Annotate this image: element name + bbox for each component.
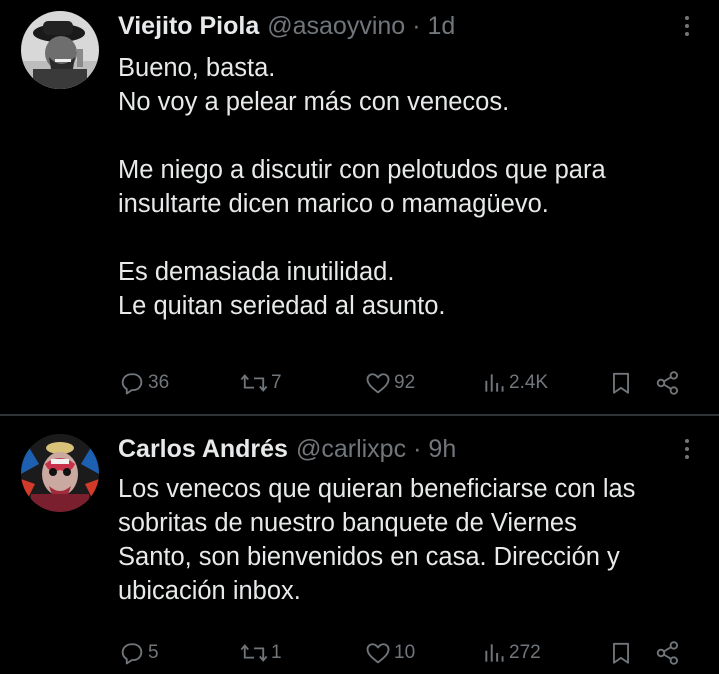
display-name[interactable]: Viejito Piola	[118, 12, 259, 41]
timestamp[interactable]: 9h	[428, 435, 456, 464]
like-count: 92	[394, 372, 416, 393]
repost-arrows-icon	[240, 374, 268, 392]
tweet-line: Le quitan seriedad al asunto.	[118, 292, 446, 320]
tweet[interactable]: Viejito Piola @asaoyvino · 1d Bueno, bas…	[0, 0, 719, 415]
tweet-line: Bueno, basta.	[118, 54, 276, 82]
reply-count: 5	[148, 642, 159, 663]
reply-button[interactable]: 36	[118, 366, 169, 400]
heart-icon	[366, 373, 390, 394]
views-count: 2.4K	[509, 372, 549, 393]
like-count: 10	[394, 642, 416, 663]
display-name[interactable]: Carlos Andrés	[118, 435, 288, 464]
heart-icon	[366, 643, 390, 664]
speech-bubble-icon	[121, 373, 143, 395]
avatar-image	[21, 434, 99, 512]
tweet-line: insultarte dicen marico o mamagüevo.	[118, 190, 549, 218]
bookmark-icon	[613, 372, 629, 394]
avatar[interactable]	[21, 434, 99, 512]
bookmark-button[interactable]	[608, 366, 634, 400]
tweet-line: Me niego a discutir con pelotudos que pa…	[118, 156, 606, 184]
views-count: 272	[509, 642, 541, 663]
share-button[interactable]	[654, 636, 682, 670]
reply-button[interactable]: 5	[118, 636, 159, 670]
speech-bubble-icon	[121, 643, 143, 665]
tweet-line: Santo, son bienvenidos en casa. Direcció…	[118, 543, 620, 571]
separator-dot: ·	[412, 11, 421, 40]
views-button[interactable]: 272	[481, 636, 541, 670]
share-icon	[656, 641, 679, 665]
repost-arrows-icon	[240, 644, 268, 662]
like-button[interactable]: 92	[364, 366, 415, 400]
avatar-image	[21, 11, 99, 89]
share-icon	[656, 371, 679, 395]
tweet-line: ubicación inbox.	[118, 577, 301, 605]
bookmark-icon	[613, 642, 629, 664]
user-handle[interactable]: @asaoyvino	[267, 12, 405, 41]
timestamp[interactable]: 1d	[428, 12, 456, 41]
action-bar: 36 7 92 2.4K	[118, 366, 698, 400]
tweet-text: Los venecos que quieran beneficiarse con…	[118, 472, 701, 608]
tweet-header: Viejito Piola @asaoyvino · 1d	[118, 9, 699, 43]
repost-button[interactable]: 1	[239, 636, 282, 670]
action-bar: 5 1 10 272	[118, 636, 698, 670]
reply-count: 36	[148, 372, 170, 393]
user-handle[interactable]: @carlixpc	[296, 435, 406, 464]
bar-chart-icon	[485, 374, 504, 392]
avatar[interactable]	[21, 11, 99, 89]
repost-button[interactable]: 7	[239, 366, 282, 400]
tweet-header: Carlos Andrés @carlixpc · 9h	[118, 432, 699, 466]
bookmark-button[interactable]	[608, 636, 634, 670]
repost-count: 7	[271, 372, 282, 393]
bar-chart-icon	[485, 644, 504, 662]
tweet-line: No voy a pelear más con venecos.	[118, 88, 510, 116]
tweet-text: Bueno, basta. No voy a pelear más con ve…	[118, 51, 701, 323]
tweet-line: Es demasiada inutilidad.	[118, 258, 395, 286]
share-button[interactable]	[654, 366, 682, 400]
more-options-icon[interactable]	[675, 436, 699, 462]
views-button[interactable]: 2.4K	[481, 366, 548, 400]
separator-dot: ·	[413, 434, 422, 463]
tweet-line: sobritas de nuestro banquete de Viernes	[118, 509, 577, 537]
tweet-line: Los venecos que quieran beneficiarse con…	[118, 475, 636, 503]
repost-count: 1	[271, 642, 282, 663]
like-button[interactable]: 10	[364, 636, 415, 670]
more-options-icon[interactable]	[675, 13, 699, 39]
